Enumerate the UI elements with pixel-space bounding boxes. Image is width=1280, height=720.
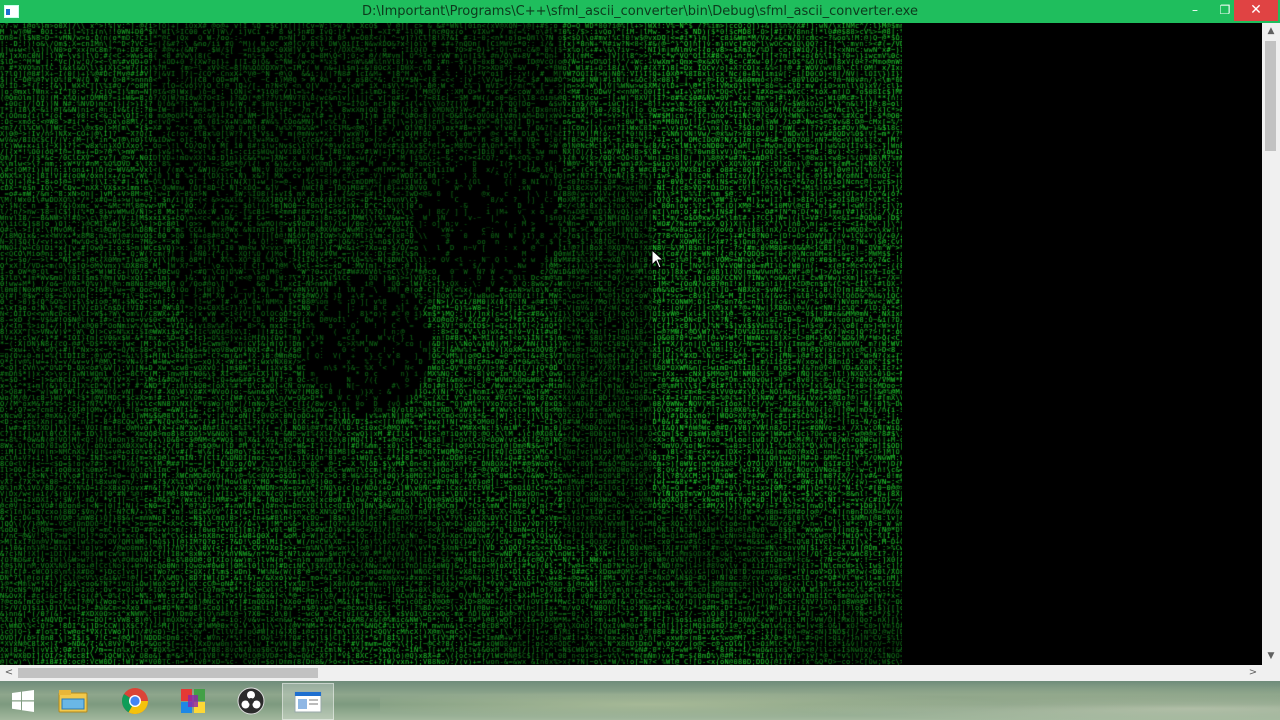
- taskbar-file-explorer[interactable]: [48, 683, 98, 718]
- scroll-up-arrow-icon[interactable]: ▲: [1262, 23, 1280, 40]
- scroll-left-arrow-icon[interactable]: <: [0, 665, 18, 681]
- colored-blocks-icon: [181, 688, 205, 713]
- vertical-scrollbar[interactable]: ▲ ▼: [1262, 23, 1280, 665]
- horizontal-scroll-thumb[interactable]: [18, 668, 318, 678]
- ascii-art-image: [0, 23, 902, 665]
- chrome-icon: [121, 687, 149, 714]
- taskbar: [0, 681, 1280, 720]
- taskbar-color-app[interactable]: [168, 683, 218, 718]
- taskbar-console-window[interactable]: [282, 683, 334, 720]
- taskbar-chrome[interactable]: [110, 683, 160, 718]
- scroll-right-arrow-icon[interactable]: >: [1244, 665, 1262, 681]
- console-window-icon: [294, 691, 322, 712]
- window-title-bar[interactable]: D:\Important\Programs\C++\sfml_ascii_con…: [0, 0, 1280, 23]
- close-button[interactable]: ✕: [1234, 0, 1278, 21]
- scroll-down-arrow-icon[interactable]: ▼: [1262, 648, 1280, 665]
- obs-icon: [237, 687, 265, 714]
- start-button[interactable]: [0, 683, 46, 718]
- vertical-scroll-thumb[interactable]: [1265, 41, 1276, 151]
- scrollbar-corner: [1262, 665, 1280, 681]
- window-title: D:\Important\Programs\C++\sfml_ascii_con…: [362, 4, 918, 19]
- minimize-button[interactable]: –: [1178, 0, 1212, 21]
- horizontal-scrollbar[interactable]: < >: [0, 665, 1262, 681]
- windows-logo-icon: [12, 689, 34, 712]
- taskbar-obs[interactable]: [226, 683, 276, 718]
- console-output-area[interactable]: [0, 23, 1262, 665]
- folder-icon: [58, 689, 88, 712]
